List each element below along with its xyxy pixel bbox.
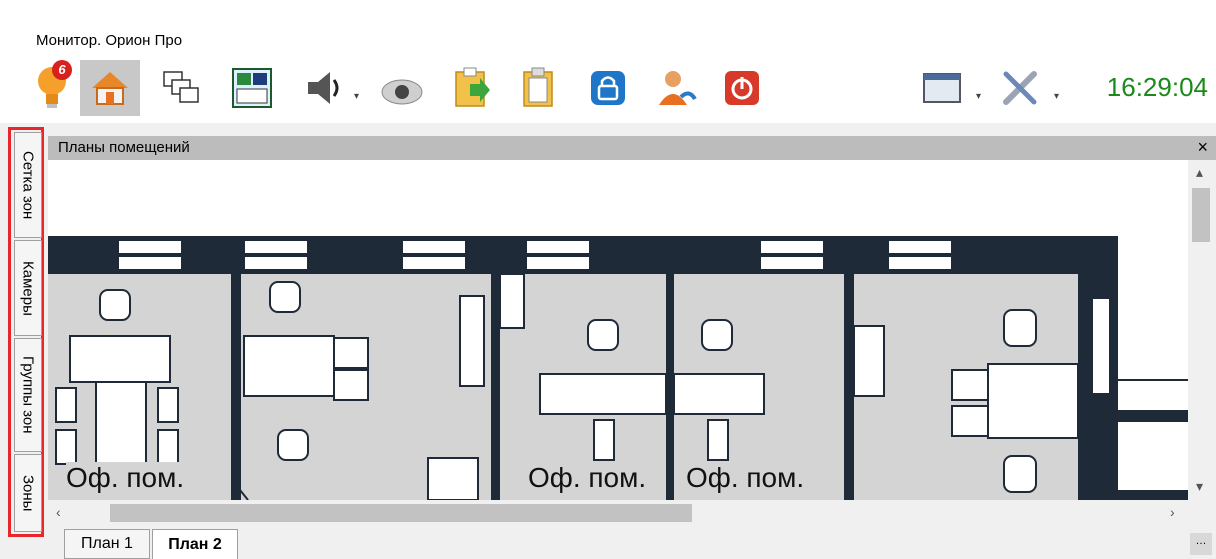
clipboard-icon [523, 67, 553, 107]
user-switch-icon [659, 71, 697, 105]
sound-button[interactable] [292, 60, 352, 116]
side-tab-strip: Сетка зон Камеры Группы зон Зоны [8, 127, 44, 537]
toolbar: 6 ▾ ▾ ▾ 16:29:04 [0, 58, 1216, 123]
user-switch-button[interactable] [646, 60, 706, 116]
power-button[interactable] [712, 60, 772, 116]
plans-button[interactable] [222, 60, 282, 116]
close-icon[interactable]: × [1197, 137, 1208, 158]
scroll-down-icon[interactable]: ▾ [1196, 478, 1203, 495]
export-button[interactable] [442, 60, 502, 116]
room-label: Оф. пом. [66, 462, 185, 494]
floor-plan [48, 236, 1188, 500]
vertical-scroll-thumb[interactable] [1192, 188, 1210, 242]
tab-cameras[interactable]: Камеры [14, 240, 42, 336]
windows-button[interactable] [150, 60, 210, 116]
layout-dropdown-icon[interactable]: ▾ [976, 91, 981, 102]
resize-grip-icon[interactable]: … [1190, 533, 1212, 555]
tab-plan-1-label: План 1 [81, 535, 133, 552]
windows-icon [163, 71, 199, 103]
floor-plan-canvas[interactable]: Оф. пом. Оф. пом. Оф. пом. [48, 160, 1188, 500]
lock-button[interactable] [578, 60, 638, 116]
power-icon [725, 71, 759, 105]
tab-plan-2[interactable]: План 2 [152, 529, 238, 559]
scroll-right-icon[interactable]: › [1170, 504, 1175, 520]
tab-zones[interactable]: Зоны [14, 454, 42, 532]
floor-plan-icon [232, 68, 272, 108]
title-bar: Монитор. Орион Про [0, 0, 1216, 58]
horizontal-scrollbar[interactable]: ‹ › [48, 500, 1188, 526]
tab-zone-groups[interactable]: Группы зон [14, 338, 42, 452]
window-layout-icon [923, 73, 961, 103]
tools-icon [1003, 71, 1037, 105]
settings-button[interactable] [990, 60, 1050, 116]
tab-plan-2-label: План 2 [168, 535, 222, 553]
lock-icon [591, 71, 625, 105]
panel-title: Планы помещений [58, 139, 190, 156]
tab-cameras-label: Камеры [19, 260, 37, 316]
scroll-left-icon[interactable]: ‹ [56, 504, 61, 520]
vertical-scrollbar[interactable]: ▴ ▾ [1188, 160, 1216, 500]
horizontal-scroll-thumb[interactable] [110, 504, 692, 522]
panel-header: Планы помещений × [48, 136, 1216, 160]
sound-dropdown-icon[interactable]: ▾ [354, 91, 359, 102]
clipboard-export-icon [455, 67, 490, 107]
window-title: Монитор. Орион Про [36, 32, 183, 49]
tab-zone-groups-label: Группы зон [19, 356, 37, 434]
camera-button[interactable] [372, 60, 432, 116]
home-icon [92, 72, 128, 105]
home-button[interactable] [80, 60, 140, 116]
plan-tab-strip: План 1 План 2 … [48, 526, 1216, 559]
window-layout-button[interactable] [912, 60, 972, 116]
alerts-badge: 6 [52, 60, 72, 80]
room-label: Оф. пом. [686, 462, 805, 494]
scroll-up-icon[interactable]: ▴ [1196, 164, 1203, 181]
tab-zones-label: Зоны [19, 474, 37, 512]
camera-icon [381, 79, 423, 105]
clipboard-button[interactable] [508, 60, 568, 116]
room-label: Оф. пом. [528, 462, 647, 494]
speaker-icon [308, 72, 339, 104]
settings-dropdown-icon[interactable]: ▾ [1054, 91, 1059, 102]
tab-zone-grid-label: Сетка зон [19, 150, 37, 220]
clock: 16:29:04 [1106, 72, 1208, 102]
tab-plan-1[interactable]: План 1 [64, 529, 150, 559]
tab-zone-grid[interactable]: Сетка зон [14, 132, 42, 238]
